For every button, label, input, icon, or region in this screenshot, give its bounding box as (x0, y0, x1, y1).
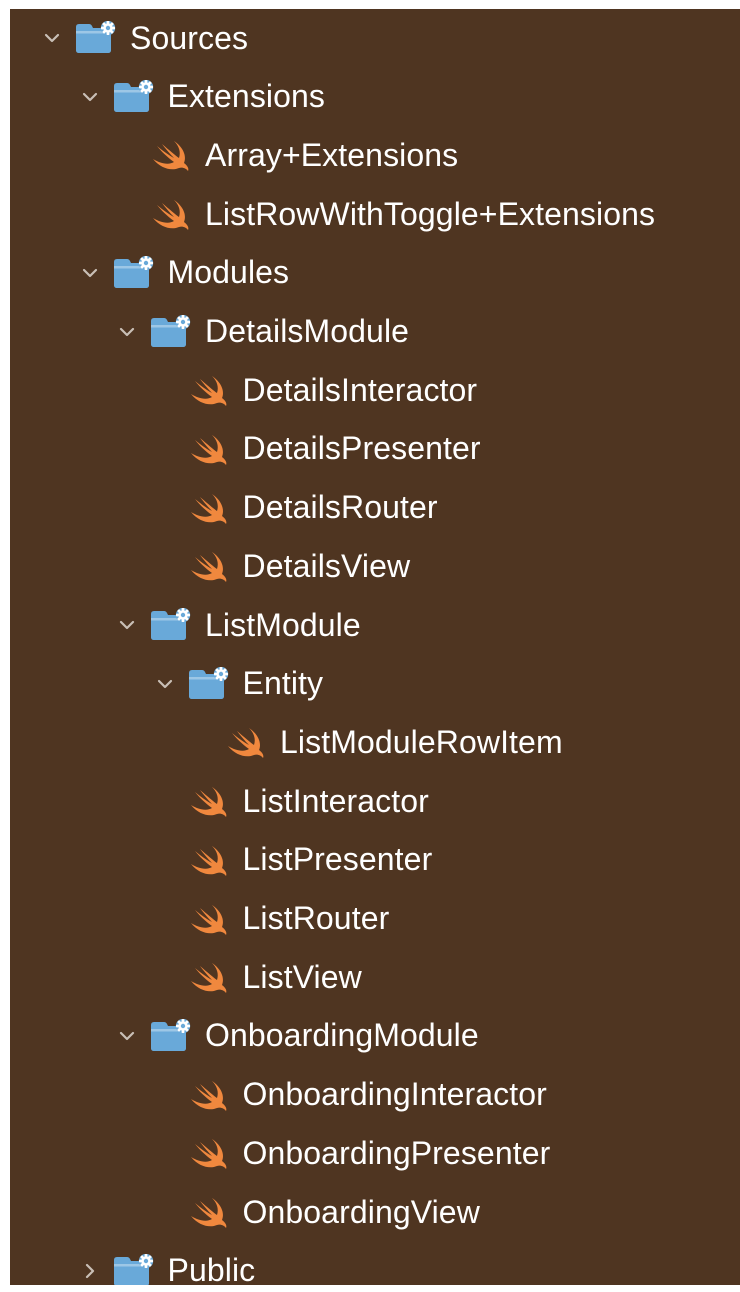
tree-item-label: ListRowWithToggle+Extensions (205, 195, 656, 232)
tree-folder-row[interactable]: Sources (40, 9, 248, 67)
chevron-down-icon[interactable] (78, 261, 102, 285)
tree-item-label: ListView (242, 958, 362, 995)
tree-item-label: Extensions (167, 78, 326, 115)
swift-icon (187, 372, 231, 408)
swift-icon (187, 490, 231, 526)
tree-item-label: ListModuleRowItem (280, 723, 563, 760)
tree-file-row[interactable]: ListView (153, 948, 362, 1006)
tree-item-label: OnboardingPresenter (242, 1134, 551, 1171)
swift-icon (187, 1194, 231, 1230)
tree-item-label: DetailsInteractor (242, 371, 478, 408)
tree-folder-row[interactable]: Entity (153, 655, 324, 713)
tree-folder-row[interactable]: DetailsModule (115, 303, 409, 361)
tree-file-row[interactable]: OnboardingView (153, 1183, 480, 1241)
tree-folder-row[interactable]: Public (78, 1242, 256, 1285)
swift-icon (187, 901, 231, 937)
swift-icon (149, 196, 193, 232)
folder-gear-icon (149, 607, 193, 643)
tree-file-row[interactable]: DetailsRouter (153, 479, 438, 537)
swift-icon (187, 842, 231, 878)
tree-item-label: Modules (167, 254, 290, 291)
chevron-down-icon[interactable] (115, 1024, 139, 1048)
tree-item-label: ListInteractor (242, 782, 429, 819)
tree-folder-row[interactable]: ListModule (115, 596, 361, 654)
tree-item-label: ListRouter (242, 900, 390, 936)
tree-file-row[interactable]: ListRowWithToggle+Extensions (115, 185, 655, 243)
tree-file-row[interactable]: DetailsPresenter (153, 420, 481, 478)
tree-folder-row[interactable]: OnboardingModule (115, 1007, 479, 1065)
folder-gear-icon (187, 666, 231, 702)
chevron-down-icon[interactable] (78, 85, 102, 109)
tree-file-row[interactable]: ListModuleRowItem (190, 713, 563, 771)
tree-file-row[interactable]: ListPresenter (153, 831, 433, 889)
folder-gear-icon (74, 20, 118, 56)
tree-item-label: ListPresenter (242, 841, 433, 878)
tree-item-label: Public (167, 1252, 256, 1285)
swift-icon (187, 959, 231, 995)
chevron-down-icon[interactable] (40, 26, 64, 50)
tree-item-label: Entity (242, 665, 324, 702)
tree-item-label: Array+Extensions (205, 136, 459, 173)
chevron-down-icon[interactable] (115, 320, 139, 344)
folder-gear-icon (112, 1253, 156, 1285)
tree-file-row[interactable]: DetailsView (153, 537, 411, 595)
swift-icon (187, 431, 231, 467)
project-navigator: Sources Extensions Array+Extensions List… (10, 9, 740, 1285)
tree-item-label: OnboardingModule (205, 1017, 479, 1054)
tree-file-row[interactable]: DetailsInteractor (153, 361, 478, 419)
swift-icon (149, 137, 193, 173)
tree-file-row[interactable]: ListInteractor (153, 772, 429, 830)
chevron-down-icon[interactable] (153, 672, 177, 696)
swift-icon (187, 1135, 231, 1171)
tree-file-row[interactable]: ListRouter (153, 890, 390, 948)
folder-gear-icon (149, 314, 193, 350)
tree-folder-row[interactable]: Modules (78, 244, 290, 302)
chevron-down-icon[interactable] (115, 613, 139, 637)
tree-item-label: OnboardingInteractor (242, 1076, 547, 1113)
folder-gear-icon (149, 1018, 193, 1054)
swift-icon (187, 548, 231, 584)
tree-item-label: DetailsModule (205, 313, 410, 349)
tree-item-label: DetailsPresenter (242, 430, 481, 467)
tree-item-label: OnboardingView (242, 1193, 480, 1230)
folder-gear-icon (112, 79, 156, 115)
tree-file-row[interactable]: Array+Extensions (115, 126, 458, 184)
tree-item-label: ListModule (205, 606, 361, 643)
chevron-right-icon[interactable] (78, 1259, 102, 1283)
swift-icon (224, 724, 268, 760)
tree-file-row[interactable]: OnboardingPresenter (153, 1124, 551, 1182)
tree-item-label: DetailsRouter (242, 489, 438, 526)
tree-item-label: DetailsView (242, 547, 411, 584)
tree-item-label: Sources (130, 19, 249, 56)
tree-folder-row[interactable]: Extensions (78, 68, 326, 126)
folder-gear-icon (112, 255, 156, 291)
tree-file-row[interactable]: OnboardingInteractor (153, 1066, 547, 1124)
swift-icon (187, 1077, 231, 1113)
swift-icon (187, 783, 231, 819)
